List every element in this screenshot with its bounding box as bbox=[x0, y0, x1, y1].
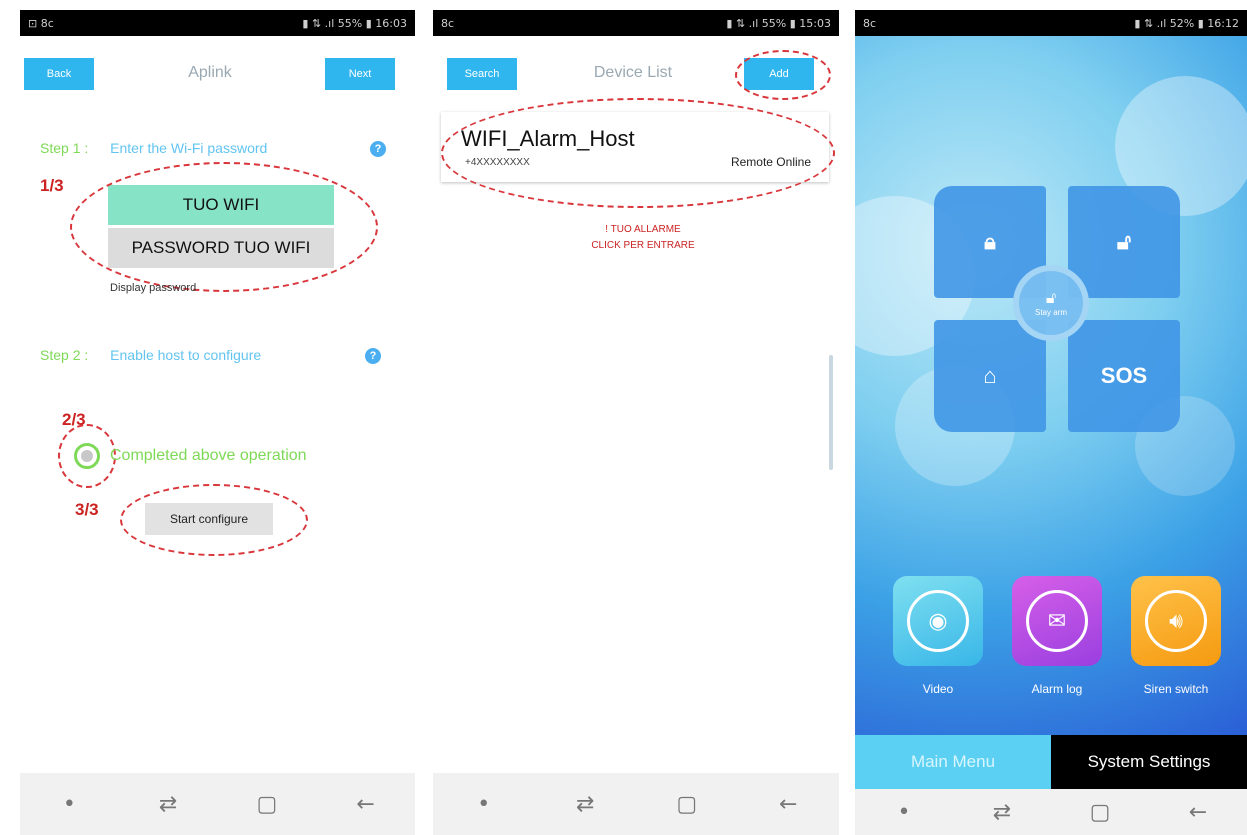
annotation-ellipse bbox=[70, 162, 378, 292]
annotation-step3: 3/3 bbox=[75, 500, 99, 519]
dot-icon: • bbox=[477, 791, 491, 817]
back-arrow-icon[interactable]: ← bbox=[768, 792, 808, 817]
unlock-icon: 🔓︎ bbox=[1116, 229, 1132, 254]
siren-switch-label: Siren switch bbox=[1143, 682, 1209, 696]
annotation-note: ! TUO ALLARME CLICK PER ENTRARE bbox=[523, 222, 763, 254]
radio-dot bbox=[81, 450, 93, 462]
android-nav-bar: • ⇄ ▢ ← bbox=[433, 773, 839, 835]
home-arm-button[interactable]: ⌂ bbox=[934, 320, 1046, 432]
stay-arm-button[interactable]: 🔓︎ Stay arm bbox=[1013, 265, 1089, 341]
dot-icon: • bbox=[897, 799, 911, 825]
annotation-line-1: ! TUO ALLARME bbox=[605, 224, 681, 235]
alarm-log-button[interactable]: ✉ bbox=[1012, 576, 1102, 666]
status-right: ▮ ⇅ .ıl 52% ▮ 16:12 bbox=[1134, 16, 1239, 30]
search-button[interactable]: Search bbox=[447, 58, 517, 90]
status-bar: ⊡ 8c ▮ ⇅ .ıl 55% ▮ 16:03 bbox=[20, 10, 415, 36]
main-menu-screen: 8c ▮ ⇅ .ıl 52% ▮ 16:12 🔒︎ 🔓︎ ⌂ SOS 🔓︎ St… bbox=[855, 0, 1247, 835]
status-right: ▮ ⇅ .ıl 55% ▮ 15:03 bbox=[726, 16, 831, 30]
recent-apps-icon[interactable]: ⇄ bbox=[148, 792, 188, 817]
home-button-icon[interactable]: ▢ bbox=[667, 792, 707, 817]
scrollbar[interactable] bbox=[829, 355, 833, 470]
status-left: 8c bbox=[863, 16, 877, 30]
display-password-label: Display password bbox=[110, 282, 197, 294]
camera-icon: ◉ bbox=[907, 590, 969, 652]
dot-icon: • bbox=[62, 791, 76, 817]
chat-icon: ✉ bbox=[1026, 590, 1088, 652]
sos-label: SOS bbox=[1100, 363, 1148, 388]
back-arrow-icon[interactable]: ← bbox=[346, 792, 386, 817]
step2-label: Step 2 : bbox=[40, 347, 89, 363]
step2-text: Enable host to configure bbox=[110, 347, 262, 363]
display-password-checkbox[interactable]: Display password bbox=[110, 282, 196, 294]
back-arrow-icon[interactable]: ← bbox=[1178, 800, 1218, 825]
disarm-button[interactable]: 🔓︎ bbox=[1068, 186, 1180, 298]
help-icon[interactable]: ? bbox=[365, 348, 381, 364]
speaker-icon: 🔊︎ bbox=[1145, 590, 1207, 652]
alarm-log-label: Alarm log bbox=[1031, 682, 1083, 696]
tab-system-settings[interactable]: System Settings bbox=[1051, 735, 1247, 789]
step1-label: Step 1 : bbox=[40, 140, 89, 156]
video-label: Video bbox=[922, 682, 954, 696]
bottom-tab-bar: Main Menu System Settings bbox=[855, 735, 1247, 789]
completed-radio[interactable] bbox=[74, 443, 100, 469]
status-bar: 8c ▮ ⇅ .ıl 55% ▮ 15:03 bbox=[433, 10, 839, 36]
video-button[interactable]: ◉ bbox=[893, 576, 983, 666]
help-icon[interactable]: ? bbox=[370, 141, 386, 157]
lock-icon: 🔒︎ bbox=[984, 229, 996, 254]
stay-arm-label: Stay arm bbox=[1034, 307, 1067, 317]
unlock-icon: 🔓︎ bbox=[1045, 289, 1057, 307]
status-right: ▮ ⇅ .ıl 55% ▮ 16:03 bbox=[302, 16, 407, 30]
next-button[interactable]: Next bbox=[325, 58, 395, 90]
sos-button[interactable]: SOS bbox=[1068, 320, 1180, 432]
tab-main-menu[interactable]: Main Menu bbox=[855, 735, 1051, 789]
android-nav-bar: • ⇄ ▢ ← bbox=[855, 789, 1247, 835]
recent-apps-icon[interactable]: ⇄ bbox=[565, 792, 605, 817]
home-button-icon[interactable]: ▢ bbox=[1080, 800, 1120, 825]
recent-apps-icon[interactable]: ⇄ bbox=[982, 800, 1022, 825]
annotation-ellipse bbox=[735, 50, 831, 100]
page-title: Aplink bbox=[188, 64, 232, 81]
step1-text: Enter the Wi-Fi password bbox=[110, 140, 268, 156]
home-button-icon[interactable]: ▢ bbox=[247, 792, 287, 817]
step2-row: Step 2 : Enable host to configure bbox=[40, 347, 261, 363]
status-left: ⊡ 8c bbox=[28, 16, 54, 30]
back-button[interactable]: Back bbox=[24, 58, 94, 90]
aplink-screen: ⊡ 8c ▮ ⇅ .ıl 55% ▮ 16:03 Back Aplink Nex… bbox=[20, 0, 415, 835]
annotation-ellipse bbox=[441, 98, 835, 208]
siren-switch-button[interactable]: 🔊︎ bbox=[1131, 576, 1221, 666]
annotation-step1: 1/3 bbox=[40, 176, 64, 195]
completed-label: Completed above operation bbox=[110, 447, 307, 464]
device-list-screen: 8c ▮ ⇅ .ıl 55% ▮ 15:03 Search Device Lis… bbox=[433, 0, 839, 835]
page-title: Device List bbox=[593, 64, 673, 81]
android-nav-bar: • ⇄ ▢ ← bbox=[20, 773, 415, 835]
status-bar: 8c ▮ ⇅ .ıl 52% ▮ 16:12 bbox=[855, 10, 1247, 36]
status-left: 8c bbox=[441, 16, 455, 30]
home-icon: ⌂ bbox=[983, 363, 997, 388]
annotation-ellipse bbox=[120, 484, 308, 556]
step1-row: Step 1 : Enter the Wi-Fi password bbox=[40, 140, 267, 156]
annotation-line-2: CLICK PER ENTRARE bbox=[591, 240, 695, 251]
